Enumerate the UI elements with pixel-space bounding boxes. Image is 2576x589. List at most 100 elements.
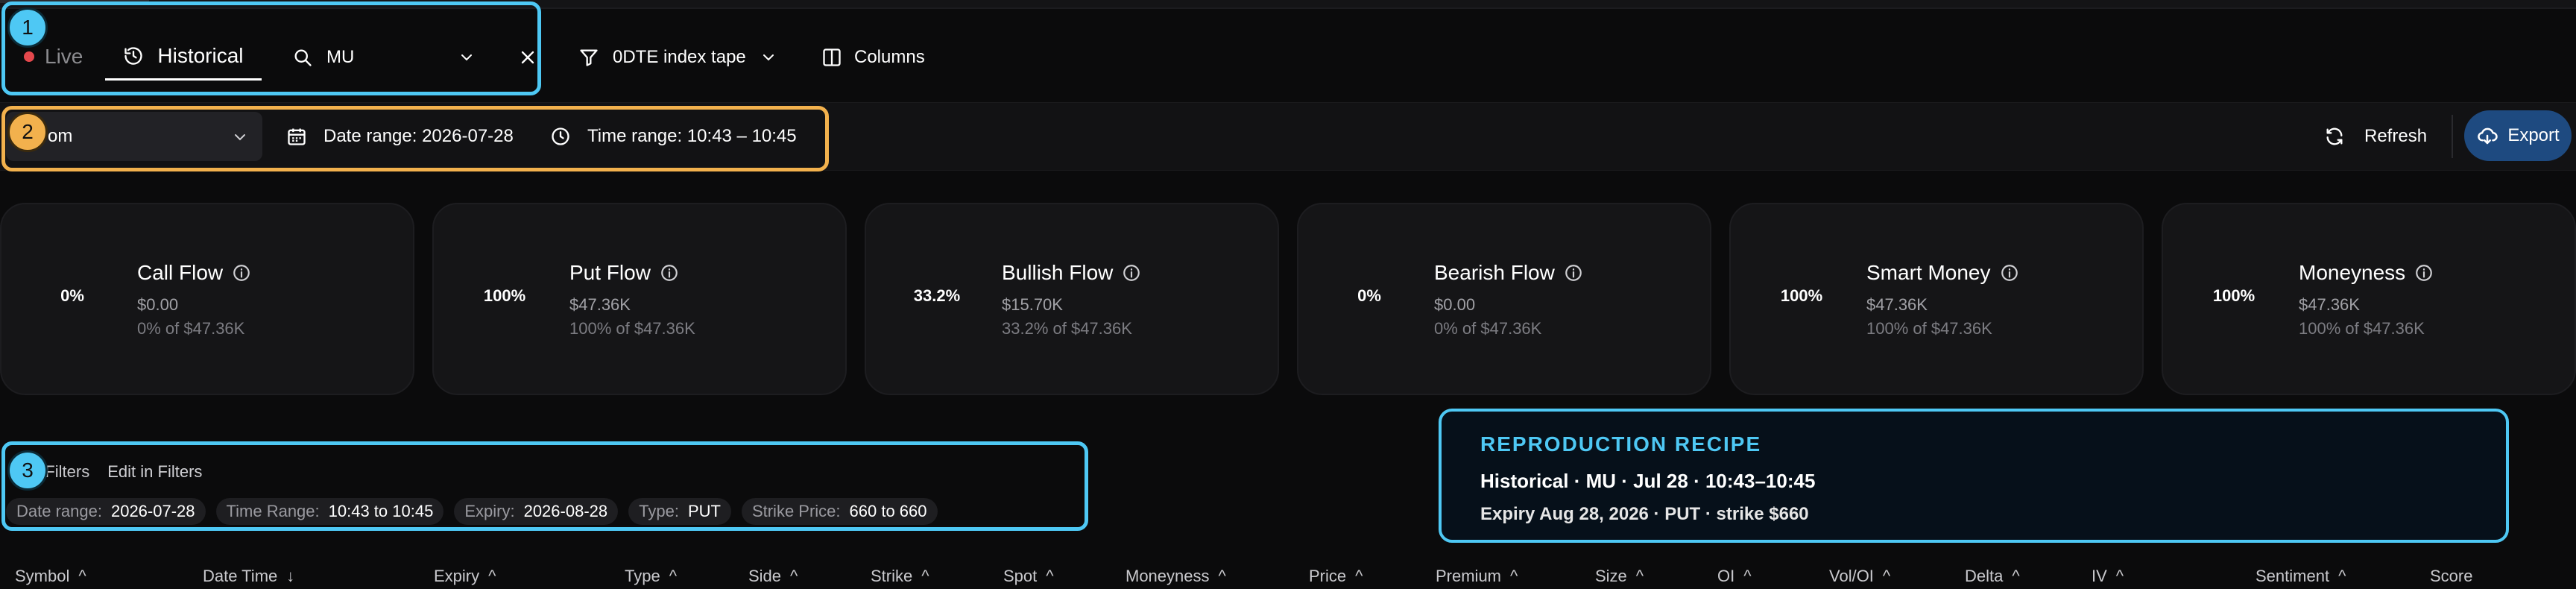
- col-label: OI: [1717, 567, 1735, 585]
- info-icon[interactable]: [660, 263, 679, 283]
- card-subtext: 0% of $47.36K: [137, 319, 245, 338]
- col-header-vol-oi[interactable]: Vol/OI ^: [1829, 567, 1890, 586]
- card-amount: $47.36K: [2299, 295, 2360, 314]
- col-header-spot[interactable]: Spot ^: [1003, 567, 1054, 586]
- sort-up-icon: ^: [1218, 567, 1226, 585]
- recipe-title: REPRODUCTION RECIPE: [1480, 432, 1762, 456]
- info-icon[interactable]: [1122, 263, 1141, 283]
- col-header-type[interactable]: Type ^: [625, 567, 677, 586]
- col-header-moneyness[interactable]: Moneyness ^: [1126, 567, 1226, 586]
- col-label: Spot: [1003, 567, 1038, 585]
- export-label: Export: [2507, 125, 2560, 145]
- card-percent: 0%: [1357, 286, 1381, 305]
- card-bearish-flow: 0% Bearish Flow $0.00 0% of $47.36K: [1297, 203, 1711, 395]
- col-header-delta[interactable]: Delta ^: [1965, 567, 2020, 586]
- col-label: Date Time: [203, 567, 278, 585]
- card-amount: $15.70K: [1002, 295, 1063, 314]
- sort-up-icon: ^: [488, 567, 496, 585]
- filter-icon: [580, 49, 598, 66]
- col-header-expiry[interactable]: Expiry ^: [434, 567, 496, 586]
- sort-down-icon: ↓: [286, 567, 295, 585]
- columns-label: Columns: [854, 47, 925, 67]
- card-title-text: Bullish Flow: [1002, 261, 1114, 284]
- card-put-flow: 100% Put Flow $47.36K 100% of $47.36K: [432, 203, 847, 395]
- chip-key: Date range:: [16, 502, 102, 520]
- col-header-symbol[interactable]: Symbol ^: [15, 567, 86, 586]
- recipe-line-2: Expiry Aug 28, 2026 · PUT · strike $660: [1480, 504, 1809, 524]
- card-title: Bullish Flow: [1002, 261, 1141, 285]
- col-header-strike[interactable]: Strike ^: [871, 567, 929, 586]
- chevron-down-icon[interactable]: [458, 48, 476, 66]
- col-label: Sentiment: [2255, 567, 2330, 585]
- col-label: IV: [2092, 567, 2107, 585]
- chip-value: 2026-08-28: [523, 502, 608, 520]
- edit-in-filters-link[interactable]: Edit in Filters: [107, 462, 202, 482]
- col-label: Delta: [1965, 567, 2004, 585]
- filter-chip-expiry[interactable]: Expiry: 2026-08-28: [454, 498, 619, 525]
- refresh-button[interactable]: Refresh: [2324, 118, 2427, 155]
- tape-filter-button[interactable]: 0DTE index tape: [578, 39, 777, 76]
- chip-key: Strike Price:: [751, 502, 841, 520]
- sort-up-icon: ^: [1743, 567, 1752, 585]
- card-title-text: Call Flow: [137, 261, 224, 284]
- col-header-side[interactable]: Side ^: [748, 567, 798, 586]
- sort-up-icon: ^: [2115, 567, 2124, 585]
- chevron-down-icon: [763, 54, 774, 61]
- date-range-label: Date range: 2026-07-28: [323, 126, 514, 146]
- card-title-text: Put Flow: [569, 261, 651, 284]
- tab-live-label: Live: [45, 45, 83, 68]
- columns-button[interactable]: Columns: [821, 39, 925, 76]
- search-icon: [294, 49, 312, 66]
- calendar-icon: [288, 128, 306, 145]
- clear-search-icon[interactable]: [517, 47, 538, 68]
- date-range-button[interactable]: Date range: 2026-07-28: [286, 118, 514, 155]
- chip-value: PUT: [687, 502, 721, 520]
- tab-historical[interactable]: Historical: [105, 33, 262, 81]
- card-title-text: Moneyness: [2299, 261, 2406, 284]
- col-header-size[interactable]: Size ^: [1595, 567, 1644, 586]
- info-icon[interactable]: [232, 263, 251, 283]
- filter-chip-strike-price[interactable]: Strike Price: 660 to 660: [741, 498, 938, 525]
- col-label: Price: [1309, 567, 1347, 585]
- filter-chips: Date range: 2026-07-28 Time Range: 10:43 t…: [6, 498, 948, 525]
- history-icon: [124, 46, 143, 65]
- col-header-oi[interactable]: OI ^: [1717, 567, 1752, 586]
- info-icon[interactable]: [1564, 263, 1583, 283]
- col-header-score[interactable]: Score: [2430, 567, 2472, 586]
- col-label: Strike: [871, 567, 913, 585]
- col-label: Vol/OI: [1829, 567, 1874, 585]
- mode-tabs: Live Historical: [6, 33, 262, 81]
- col-header-premium[interactable]: Premium ^: [1436, 567, 1518, 586]
- card-smart-money: 100% Smart Money $47.36K 100% of $47.36K: [1729, 203, 2144, 395]
- card-amount: $47.36K: [569, 295, 631, 314]
- card-bullish-flow: 33.2% Bullish Flow $15.70K 33.2% of $47.…: [865, 203, 1279, 395]
- card-amount: $0.00: [137, 295, 179, 314]
- col-header-sentiment[interactable]: Sentiment ^: [2255, 567, 2346, 586]
- export-button[interactable]: Export: [2464, 110, 2572, 161]
- filter-chip-time-range[interactable]: Time Range: 10:43 to 10:45: [215, 498, 444, 525]
- card-title: Moneyness: [2299, 261, 2434, 285]
- card-title-text: Smart Money: [1866, 261, 1991, 284]
- time-range-button[interactable]: Time range: 10:43 – 10:45: [550, 118, 797, 155]
- col-label: Symbol: [15, 567, 70, 585]
- col-header-price[interactable]: Price ^: [1309, 567, 1363, 586]
- tape-filter-label: 0DTE index tape: [613, 47, 746, 67]
- sort-up-icon: ^: [2012, 567, 2020, 585]
- card-subtext: 100% of $47.36K: [2299, 319, 2425, 338]
- symbol-search[interactable]: MU: [292, 39, 546, 76]
- card-amount: $47.36K: [1866, 295, 1928, 314]
- info-icon[interactable]: [2414, 263, 2434, 283]
- col-label: Size: [1595, 567, 1627, 585]
- col-header-date-time[interactable]: Date Time ↓: [203, 567, 294, 586]
- sort-up-icon: ^: [669, 567, 678, 585]
- refresh-icon: [2326, 127, 2343, 145]
- chip-key: Type:: [639, 502, 679, 520]
- card-title-text: Bearish Flow: [1434, 261, 1555, 284]
- col-header-iv[interactable]: IV ^: [2092, 567, 2124, 586]
- filter-chip-date-range[interactable]: Date range: 2026-07-28: [6, 498, 206, 525]
- search-value[interactable]: MU: [326, 47, 354, 68]
- filter-chip-type[interactable]: Type: PUT: [628, 498, 731, 525]
- chip-key: Time Range:: [226, 502, 320, 520]
- info-icon[interactable]: [2000, 263, 2019, 283]
- recipe-line-1: Historical · MU · Jul 28 · 10:43–10:45: [1480, 470, 1816, 492]
